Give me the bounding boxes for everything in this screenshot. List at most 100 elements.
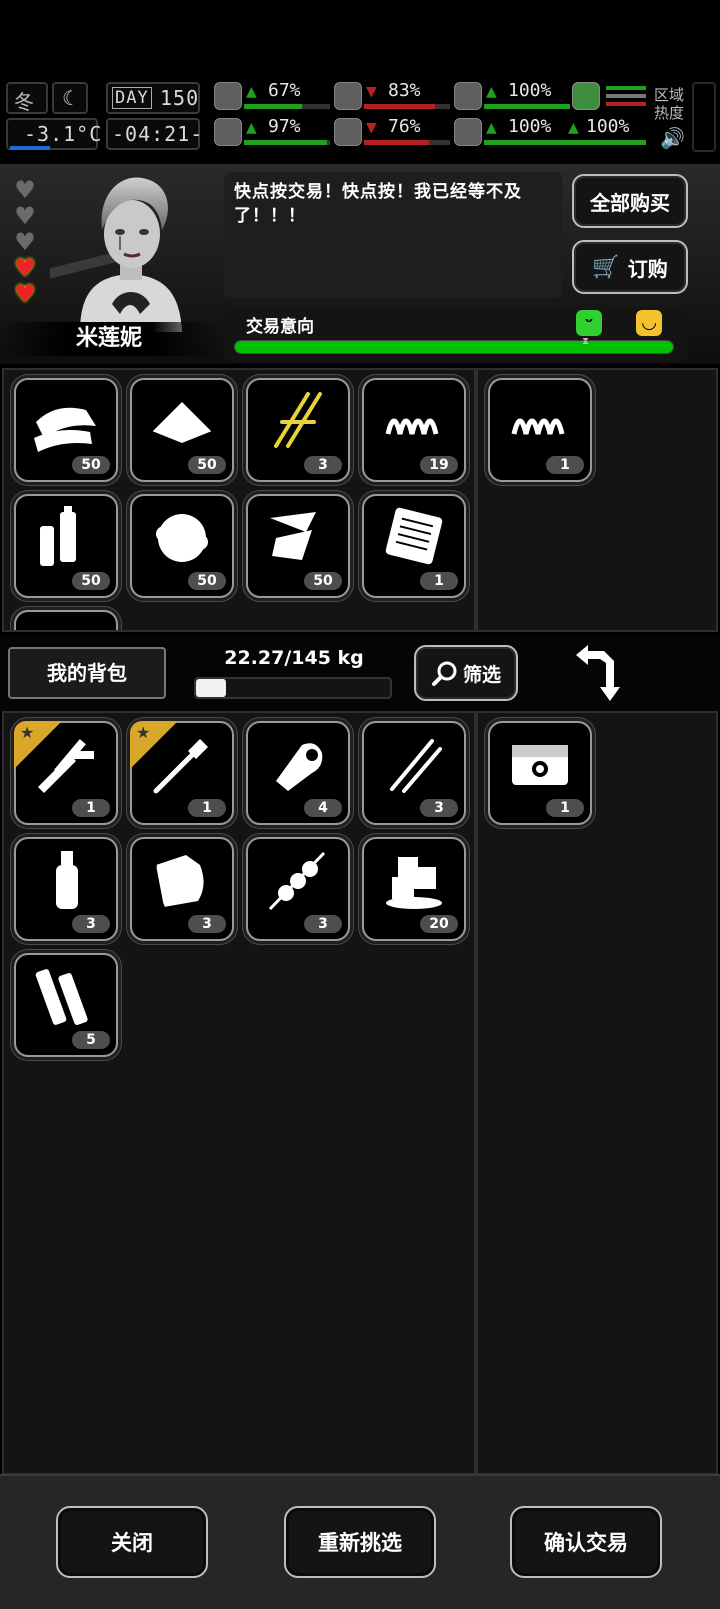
item-quantity: 1 — [420, 572, 458, 590]
item-slot[interactable]: 1 — [362, 494, 466, 598]
item-slot[interactable]: 50 — [14, 494, 118, 598]
health-stat: ▲ 67% — [214, 80, 332, 114]
item-quantity: 50 — [72, 572, 110, 590]
item-quantity: 3 — [304, 456, 342, 474]
item-slot[interactable]: 3 — [246, 378, 350, 482]
carry-weight: 22.27/145 kg — [224, 647, 364, 669]
backpack-inventory-panel[interactable]: 1 1 4 3 3 3 3 20 5 — [2, 711, 476, 1475]
mind-bar-fill — [244, 140, 328, 145]
intent-marker-icon: ⧗ — [582, 336, 590, 347]
area-heat-label: 区域热度 — [654, 86, 685, 122]
knife-caliper-icon — [16, 723, 116, 807]
heart-empty-icon: ♥ — [14, 176, 36, 204]
item-slot[interactable]: 5 — [14, 953, 118, 1057]
trader-inventory-panel[interactable]: 50 50 3 19 50 50 50 1 — [2, 368, 476, 632]
stomach-icon — [454, 82, 482, 110]
item-quantity: 1 — [188, 799, 226, 817]
footer-bar: 关闭 重新挑选 确认交易 — [0, 1474, 720, 1609]
backpack-tab[interactable]: 我的背包 — [8, 647, 166, 699]
night-moon-icon: ☾ — [52, 82, 88, 114]
item-quantity: 1 — [546, 799, 584, 817]
sound-icon[interactable]: 🔊 — [660, 126, 685, 150]
clock-value: -04:21- — [112, 122, 204, 146]
sleep-bar-fill — [364, 104, 436, 109]
item-slot[interactable] — [14, 610, 118, 630]
cloth-roll-icon — [132, 839, 232, 923]
item-slot[interactable]: 50 — [130, 494, 234, 598]
item-slot[interactable]: 3 — [246, 837, 350, 941]
sleep-percent: 83% — [388, 80, 421, 101]
filter-button[interactable]: 筛选 — [414, 645, 518, 701]
order-button[interactable]: 🛒 订购 — [572, 240, 688, 294]
bandage-roll-icon — [248, 723, 348, 807]
item-slot[interactable]: 19 — [362, 378, 466, 482]
paperclip-icon — [248, 380, 348, 464]
trader-header: ♥ ♥ ♥ ♥ ♥ 米莲妮 快点按交易！快点按！我已经等不及了！！！ 全部购买 … — [0, 164, 720, 364]
item-slot[interactable]: 50 — [130, 378, 234, 482]
reselect-button[interactable]: 重新挑选 — [284, 1506, 436, 1578]
item-slot[interactable]: 1 — [488, 378, 592, 482]
trend-down-icon: ▼ — [366, 84, 377, 100]
mind-stat: ▲ 97% — [214, 116, 332, 150]
season-label: 冬 — [14, 90, 34, 114]
item-quantity: 4 — [304, 799, 342, 817]
item-slot[interactable]: 3 — [14, 837, 118, 941]
backpack-offer-panel[interactable]: 1 — [476, 711, 718, 1475]
area-heat-meter — [692, 82, 716, 152]
confirm-trade-label: 确认交易 — [544, 1531, 628, 1555]
day-counter: DAY 150 — [106, 82, 200, 114]
item-slot[interactable]: 50 — [14, 378, 118, 482]
health-bar-fill — [244, 104, 302, 109]
day-value: 150 — [160, 86, 200, 110]
speech-text: 快点按交易！快点按！我已经等不及了！！！ — [234, 182, 522, 226]
circuit-board-icon — [364, 496, 464, 580]
mind-percent: 97% — [268, 116, 301, 137]
item-slot[interactable]: 1 — [488, 721, 592, 825]
heart-full-icon: ♥ — [14, 280, 36, 308]
stamina-stat: ▲ 100% — [568, 116, 648, 150]
item-quantity: 50 — [188, 456, 226, 474]
item-quantity: 50 — [304, 572, 342, 590]
ice-cubes-icon — [364, 839, 464, 923]
item-slot[interactable]: 1 — [130, 721, 234, 825]
trend-up-icon: ▲ — [568, 120, 579, 136]
cotton-icon — [16, 612, 116, 630]
item-quantity: 50 — [188, 572, 226, 590]
trade-intent-panel: 交易意向 ᵕ ◡ ⧗ — [224, 308, 688, 362]
buy-all-label: 全部购买 — [590, 190, 670, 215]
supply-crate-icon — [490, 723, 590, 807]
item-slot[interactable]: 3 — [362, 721, 466, 825]
close-label: 关闭 — [111, 1531, 153, 1555]
cotton-icon — [132, 496, 232, 580]
item-slot[interactable]: 20 — [362, 837, 466, 941]
stomach-bar-fill — [484, 104, 570, 109]
close-button[interactable]: 关闭 — [56, 1506, 208, 1578]
confirm-trade-button[interactable]: 确认交易 — [510, 1506, 662, 1578]
swap-arrows-icon[interactable] — [570, 643, 626, 705]
trader-offer-panel[interactable]: 1 — [476, 368, 718, 632]
health-percent: 67% — [268, 80, 301, 101]
item-slot[interactable]: 1 — [14, 721, 118, 825]
buy-all-button[interactable]: 全部购买 — [572, 174, 688, 228]
item-quantity: 20 — [420, 915, 458, 933]
trend-down-icon: ▼ — [366, 120, 377, 136]
trader-portrait[interactable] — [50, 164, 210, 332]
item-slot[interactable]: 50 — [246, 494, 350, 598]
item-quantity: 3 — [420, 799, 458, 817]
water-stat: ▼ 76% — [334, 116, 452, 150]
intent-bar — [234, 340, 674, 354]
droplet-icon — [334, 118, 362, 146]
filter-label: 筛选 — [462, 663, 501, 686]
backpack-title: 我的背包 — [47, 661, 127, 685]
trend-up-icon: ▲ — [246, 120, 257, 136]
item-quantity: 19 — [420, 456, 458, 474]
clock-box: -04:21- — [106, 118, 204, 150]
paper-scraps-icon — [248, 496, 348, 580]
item-slot[interactable]: 3 — [130, 837, 234, 941]
smile-face-icon: ᵕ — [576, 310, 602, 336]
item-slot[interactable]: 4 — [246, 721, 350, 825]
season-box: 冬 — [6, 82, 48, 114]
stamina-flask — [572, 82, 648, 114]
reselect-label: 重新挑选 — [318, 1531, 402, 1555]
trend-up-icon: ▲ — [486, 84, 497, 100]
